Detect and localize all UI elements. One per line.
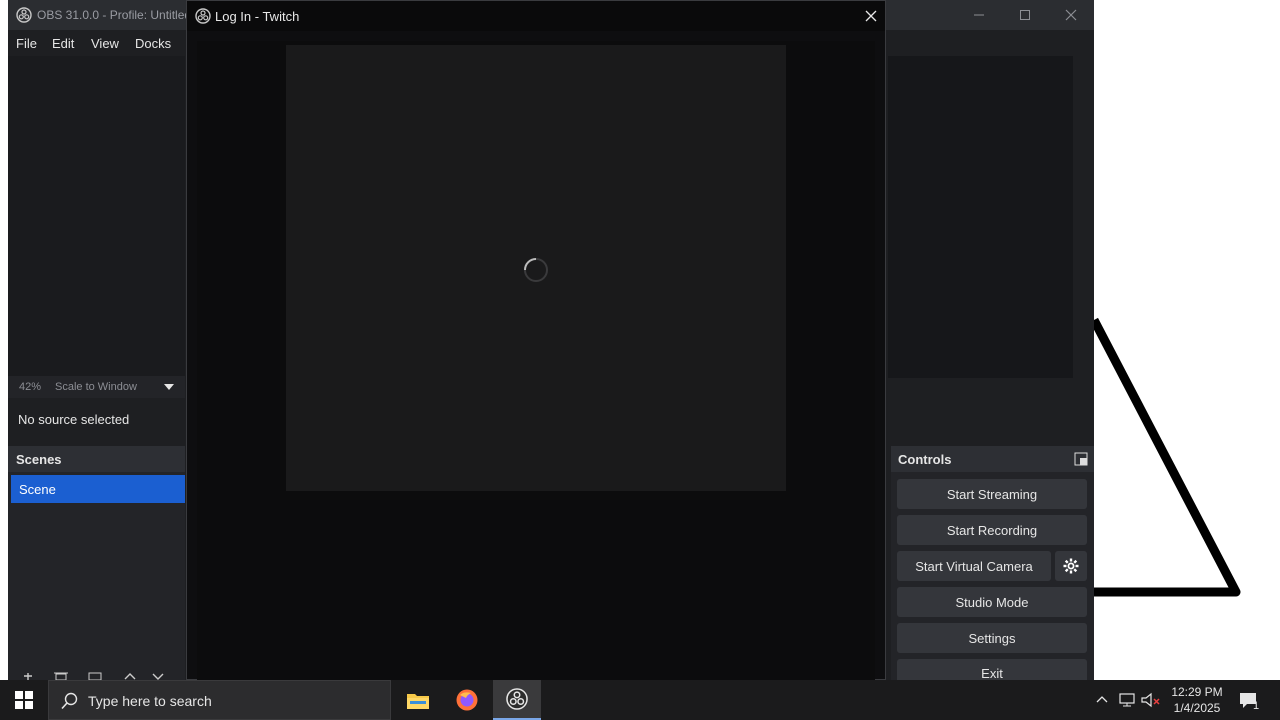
obs-logo-icon bbox=[16, 7, 32, 23]
preview-scale-bar: 42% Scale to Window bbox=[8, 376, 185, 398]
scale-mode-select[interactable]: Scale to Window bbox=[55, 381, 137, 393]
login-panel bbox=[286, 45, 786, 491]
scene-list-item[interactable]: Scene bbox=[11, 475, 185, 503]
search-icon bbox=[61, 692, 78, 710]
menu-file[interactable]: File bbox=[16, 36, 37, 51]
filter-icon[interactable] bbox=[88, 672, 102, 680]
obs-taskbar-icon[interactable] bbox=[493, 680, 541, 720]
no-source-label: No source selected bbox=[18, 412, 130, 427]
controls-dock: Controls Start Streaming Start Recording… bbox=[891, 446, 1094, 680]
chevron-down-icon[interactable] bbox=[164, 384, 174, 390]
menu-edit[interactable]: Edit bbox=[52, 36, 74, 51]
close-icon[interactable] bbox=[865, 10, 877, 22]
close-icon[interactable] bbox=[1048, 0, 1094, 30]
scenes-title: Scenes bbox=[16, 452, 62, 467]
scenes-toolbar bbox=[18, 672, 168, 680]
volume-muted-icon[interactable] bbox=[1141, 692, 1161, 708]
browser-view[interactable] bbox=[197, 41, 875, 681]
menu-view[interactable]: View bbox=[91, 36, 119, 51]
triangle-drawing bbox=[1090, 317, 1241, 597]
move-up-icon[interactable] bbox=[124, 672, 136, 680]
windows-start-icon[interactable] bbox=[0, 680, 48, 720]
network-icon[interactable] bbox=[1118, 692, 1136, 708]
file-explorer-icon[interactable] bbox=[394, 680, 442, 720]
obs-window-title: OBS 31.0.0 - Profile: Untitled bbox=[37, 8, 192, 22]
settings-button[interactable]: Settings bbox=[897, 623, 1087, 653]
trash-icon[interactable] bbox=[54, 672, 68, 680]
virtual-camera-settings-button[interactable] bbox=[1055, 551, 1087, 581]
start-recording-button[interactable]: Start Recording bbox=[897, 515, 1087, 545]
preview-canvas[interactable] bbox=[888, 56, 1073, 378]
dialog-title: Log In - Twitch bbox=[215, 9, 300, 24]
firefox-icon[interactable] bbox=[443, 680, 491, 720]
studio-mode-button[interactable]: Studio Mode bbox=[897, 587, 1087, 617]
minimize-icon[interactable] bbox=[956, 0, 1002, 30]
system-clock[interactable]: 12:29 PM 1/4/2025 bbox=[1166, 684, 1228, 716]
preview-area[interactable] bbox=[8, 56, 185, 376]
exit-button[interactable]: Exit bbox=[897, 659, 1087, 680]
add-icon[interactable] bbox=[22, 672, 34, 680]
notification-count: 1 bbox=[1253, 700, 1260, 712]
controls-title: Controls bbox=[898, 452, 952, 467]
source-toolbar: No source selected bbox=[8, 398, 185, 442]
start-streaming-button[interactable]: Start Streaming bbox=[897, 479, 1087, 509]
spinner-icon bbox=[524, 258, 548, 282]
taskbar: Type here to search 12:29 PM 1/4/2025 1 bbox=[0, 680, 1280, 720]
move-down-icon[interactable] bbox=[152, 672, 164, 680]
chevron-up-icon[interactable] bbox=[1096, 695, 1108, 703]
undock-icon[interactable] bbox=[1074, 452, 1088, 466]
gear-icon bbox=[1063, 558, 1079, 574]
zoom-level: 42% bbox=[19, 381, 42, 393]
scenes-dock: Scenes Scene bbox=[8, 446, 185, 680]
scene-item-label: Scene bbox=[19, 482, 56, 497]
twitch-login-dialog: Log In - Twitch bbox=[186, 0, 886, 681]
dialog-titlebar[interactable]: Log In - Twitch bbox=[187, 1, 885, 31]
controls-dock-header[interactable]: Controls bbox=[891, 446, 1094, 472]
search-placeholder: Type here to search bbox=[88, 693, 212, 709]
clock-time: 12:29 PM bbox=[1171, 685, 1223, 699]
start-virtual-camera-button[interactable]: Start Virtual Camera bbox=[897, 551, 1051, 581]
clock-date: 1/4/2025 bbox=[1173, 701, 1221, 715]
menu-docks[interactable]: Docks bbox=[135, 36, 171, 51]
obs-logo-icon bbox=[195, 8, 211, 24]
scenes-dock-header[interactable]: Scenes bbox=[8, 446, 185, 472]
maximize-icon[interactable] bbox=[1002, 0, 1048, 30]
taskbar-search-box[interactable]: Type here to search bbox=[48, 680, 391, 720]
